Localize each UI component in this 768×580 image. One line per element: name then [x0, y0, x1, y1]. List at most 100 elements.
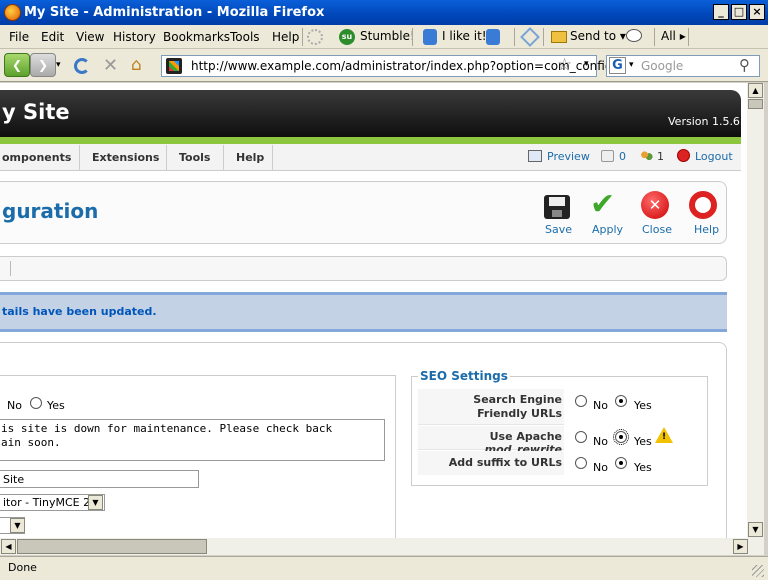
window-title: My Site - Administration - Mozilla Firef…: [24, 5, 325, 20]
google-engine-icon[interactable]: G: [609, 57, 626, 74]
save-icon[interactable]: [544, 195, 570, 219]
horizontal-scroll-thumb[interactable]: [17, 539, 207, 554]
status-bar: Done: [0, 556, 768, 580]
suffix-yes-label: Yes: [634, 461, 652, 474]
suffix-no-label: No: [593, 461, 608, 474]
apply-icon[interactable]: ✔: [590, 187, 615, 222]
users-count: 1: [657, 150, 664, 163]
seo-suffix-label: Add suffix to URLs: [448, 456, 562, 469]
all-dropdown[interactable]: All ▸: [661, 29, 686, 43]
logout-link[interactable]: Logout: [695, 150, 733, 163]
horizontal-scrollbar[interactable]: ◀ ▶: [0, 538, 764, 555]
messages-icon[interactable]: [601, 150, 614, 162]
message-text: tails have been updated.: [2, 305, 157, 318]
thumbs-up-icon[interactable]: [423, 29, 437, 45]
scroll-right-icon[interactable]: ▶: [733, 539, 748, 554]
sef-no-radio[interactable]: [575, 395, 587, 407]
messages-count[interactable]: 0: [619, 150, 626, 163]
window-title-bar: My Site - Administration - Mozilla Firef…: [0, 0, 768, 25]
close-button[interactable]: Close: [642, 223, 672, 236]
seo-legend: SEO Settings: [418, 369, 510, 383]
logout-icon[interactable]: [677, 149, 690, 162]
close-icon[interactable]: ✕: [641, 191, 669, 219]
vertical-scrollbar[interactable]: ▲ ▼: [747, 83, 764, 538]
save-button[interactable]: Save: [545, 223, 572, 236]
version-label: Version 1.5.6: [668, 115, 740, 128]
apply-button[interactable]: Apply: [592, 223, 623, 236]
rewrite-no-label: No: [593, 435, 608, 448]
home-icon[interactable]: ⌂: [131, 55, 142, 75]
stumble-button[interactable]: Stumble!: [360, 29, 415, 43]
back-button[interactable]: ❮: [4, 53, 30, 77]
tag-icon[interactable]: [520, 27, 540, 47]
scroll-left-icon[interactable]: ◀: [1, 539, 16, 554]
help-lifebuoy-icon[interactable]: [689, 191, 717, 219]
maximize-button[interactable]: □: [731, 4, 747, 20]
site-favicon-icon: [166, 58, 182, 74]
preview-icon[interactable]: [528, 150, 542, 162]
rewrite-yes-label: Yes: [634, 435, 652, 448]
menu-help-admin[interactable]: Help: [236, 151, 264, 164]
users-icon: [640, 150, 653, 162]
scroll-down-icon[interactable]: ▼: [748, 522, 763, 537]
engine-dropdown-icon[interactable]: ▾: [629, 60, 634, 70]
resize-grip-icon[interactable]: [752, 565, 764, 577]
thumbs-down-icon[interactable]: [486, 29, 500, 45]
page-title: guration: [2, 199, 99, 223]
joomla-header: [0, 90, 741, 138]
menu-help[interactable]: Help: [272, 30, 299, 44]
send-to-button[interactable]: Send to ▾: [570, 29, 626, 43]
sef-yes-label: Yes: [634, 399, 652, 412]
site-name-input[interactable]: Site: [0, 470, 199, 488]
menu-extensions[interactable]: Extensions: [92, 151, 159, 164]
page-viewport: y Site Version 1.5.6 omponents Extension…: [0, 83, 747, 538]
vertical-scroll-thumb[interactable]: [748, 99, 763, 109]
reload-icon[interactable]: [74, 58, 90, 74]
header-accent-bar: [0, 137, 741, 144]
offline-no-label: No: [7, 399, 22, 412]
help-button[interactable]: Help: [694, 223, 719, 236]
offline-yes-radio[interactable]: [30, 397, 42, 409]
throbber-icon: [307, 29, 323, 45]
seo-sef-label: Search Engine Friendly URLs: [473, 393, 562, 420]
url-dropdown-icon[interactable]: ▾: [584, 59, 589, 69]
rewrite-no-radio[interactable]: [575, 431, 587, 443]
stop-icon[interactable]: ✕: [103, 55, 118, 76]
sef-yes-radio[interactable]: [615, 395, 627, 407]
menu-tools[interactable]: Tools: [230, 30, 260, 44]
comment-icon[interactable]: [626, 29, 642, 42]
list-length-dropdown-icon[interactable]: ▼: [10, 518, 25, 533]
editor-dropdown-icon[interactable]: ▼: [88, 495, 103, 510]
rewrite-yes-radio[interactable]: [613, 429, 629, 445]
suffix-yes-radio[interactable]: [615, 457, 627, 469]
submenu-bar: [0, 256, 727, 281]
search-icon[interactable]: ⚲: [739, 56, 750, 74]
menu-bar: File Edit View History Bookmarks Tools H…: [0, 25, 768, 49]
minimize-button[interactable]: _: [713, 4, 729, 20]
menu-tools-admin[interactable]: Tools: [179, 151, 210, 164]
offline-yes-label: Yes: [47, 399, 65, 412]
menu-edit[interactable]: Edit: [41, 30, 64, 44]
history-dropdown-icon[interactable]: ▾: [56, 60, 61, 70]
send-icon: [551, 31, 567, 43]
i-like-it-button[interactable]: I like it!: [442, 29, 487, 43]
menu-history[interactable]: History: [113, 30, 156, 44]
preview-link[interactable]: Preview: [547, 150, 590, 163]
menu-file[interactable]: File: [9, 30, 29, 44]
menu-bookmarks[interactable]: Bookmarks: [163, 30, 230, 44]
site-title: y Site: [2, 100, 70, 124]
url-text[interactable]: http://www.example.com/administrator/ind…: [191, 59, 612, 73]
search-input[interactable]: Google: [641, 59, 683, 73]
menu-view[interactable]: View: [76, 30, 104, 44]
bookmark-star-icon[interactable]: ☆: [557, 55, 572, 75]
offline-message-textarea[interactable]: is site is down for maintenance. Please …: [0, 419, 385, 461]
firefox-icon: [4, 4, 21, 21]
sef-no-label: No: [593, 399, 608, 412]
forward-button[interactable]: ❯: [30, 53, 56, 77]
suffix-no-radio[interactable]: [575, 457, 587, 469]
close-window-button[interactable]: ×: [749, 4, 765, 20]
menu-components[interactable]: omponents: [2, 151, 71, 164]
status-text: Done: [8, 561, 37, 574]
stumbleupon-icon[interactable]: su: [339, 29, 355, 45]
scroll-up-icon[interactable]: ▲: [748, 83, 763, 98]
